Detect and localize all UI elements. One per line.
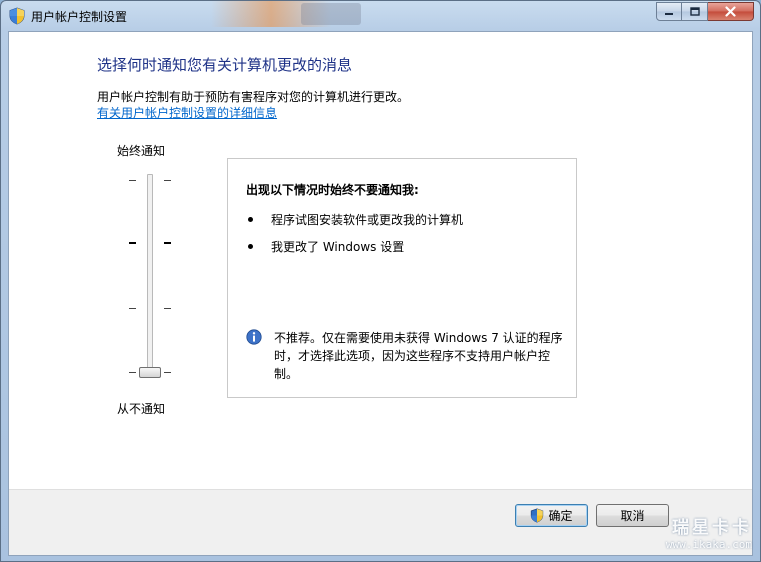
ok-button[interactable]: 确定 — [515, 504, 588, 527]
title-bar-backdrop-shape — [301, 3, 361, 25]
slider-tick — [129, 372, 136, 373]
list-item: 我更改了 Windows 设置 — [248, 238, 404, 255]
uac-settings-window: 用户帐户控制设置 选择何时通知您有关计算机更改的消息 用户帐户控制有助于预防有害… — [0, 0, 761, 562]
bullet-icon — [248, 217, 253, 222]
uac-shield-icon — [9, 7, 25, 25]
maximize-icon — [689, 6, 700, 16]
maximize-button[interactable] — [682, 2, 708, 21]
cancel-button-label: 取消 — [620, 509, 645, 523]
uac-shield-icon — [531, 508, 544, 523]
cancel-button[interactable]: 取消 — [596, 504, 669, 527]
slider-tick — [164, 372, 171, 373]
level-description-title: 出现以下情况时始终不要通知我: — [246, 183, 419, 197]
list-item: 程序试图安装软件或更改我的计算机 — [248, 211, 463, 228]
minimize-button[interactable] — [656, 2, 682, 21]
site-watermark: 瑞星卡卡 www.ikaka.com — [666, 513, 752, 551]
close-icon — [725, 6, 736, 17]
slider-thumb[interactable] — [139, 367, 161, 378]
minimize-icon — [665, 12, 673, 15]
slider-tick — [164, 242, 171, 244]
uac-details-link[interactable]: 有关用户帐户控制设置的详细信息 — [97, 104, 277, 121]
notification-slider-track[interactable] — [147, 174, 153, 374]
window-controls — [656, 2, 754, 21]
bullet-text: 程序试图安装软件或更改我的计算机 — [271, 213, 464, 227]
page-heading: 选择何时通知您有关计算机更改的消息 — [97, 56, 353, 74]
title-bar[interactable]: 用户帐户控制设置 — [1, 1, 760, 31]
slider-top-label: 始终通知 — [117, 144, 166, 158]
watermark-brand: 瑞星卡卡 — [672, 518, 752, 538]
info-icon — [246, 329, 262, 345]
close-button[interactable] — [708, 2, 754, 21]
bullet-text: 我更改了 Windows 设置 — [271, 240, 405, 254]
recommendation-note: 不推荐。仅在需要使用未获得 Windows 7 认证的程序时，才选择此选项，因为… — [274, 331, 563, 381]
slider-tick — [129, 180, 136, 181]
level-description-panel: 出现以下情况时始终不要通知我: 程序试图安装软件或更改我的计算机 我更改了 Wi… — [227, 158, 577, 398]
slider-tick — [164, 180, 171, 181]
window-title: 用户帐户控制设置 — [31, 10, 128, 24]
dialog-client-area: 选择何时通知您有关计算机更改的消息 用户帐户控制有助于预防有害程序对您的计算机进… — [8, 31, 753, 556]
bullet-icon — [248, 244, 253, 249]
slider-bottom-label: 从不通知 — [117, 402, 166, 416]
watermark-url: www.ikaka.com — [665, 538, 752, 551]
slider-tick — [164, 308, 171, 309]
page-description: 用户帐户控制有助于预防有害程序对您的计算机进行更改。 — [97, 90, 410, 104]
ok-button-label: 确定 — [548, 509, 573, 523]
slider-tick — [129, 242, 136, 244]
slider-tick — [129, 308, 136, 309]
